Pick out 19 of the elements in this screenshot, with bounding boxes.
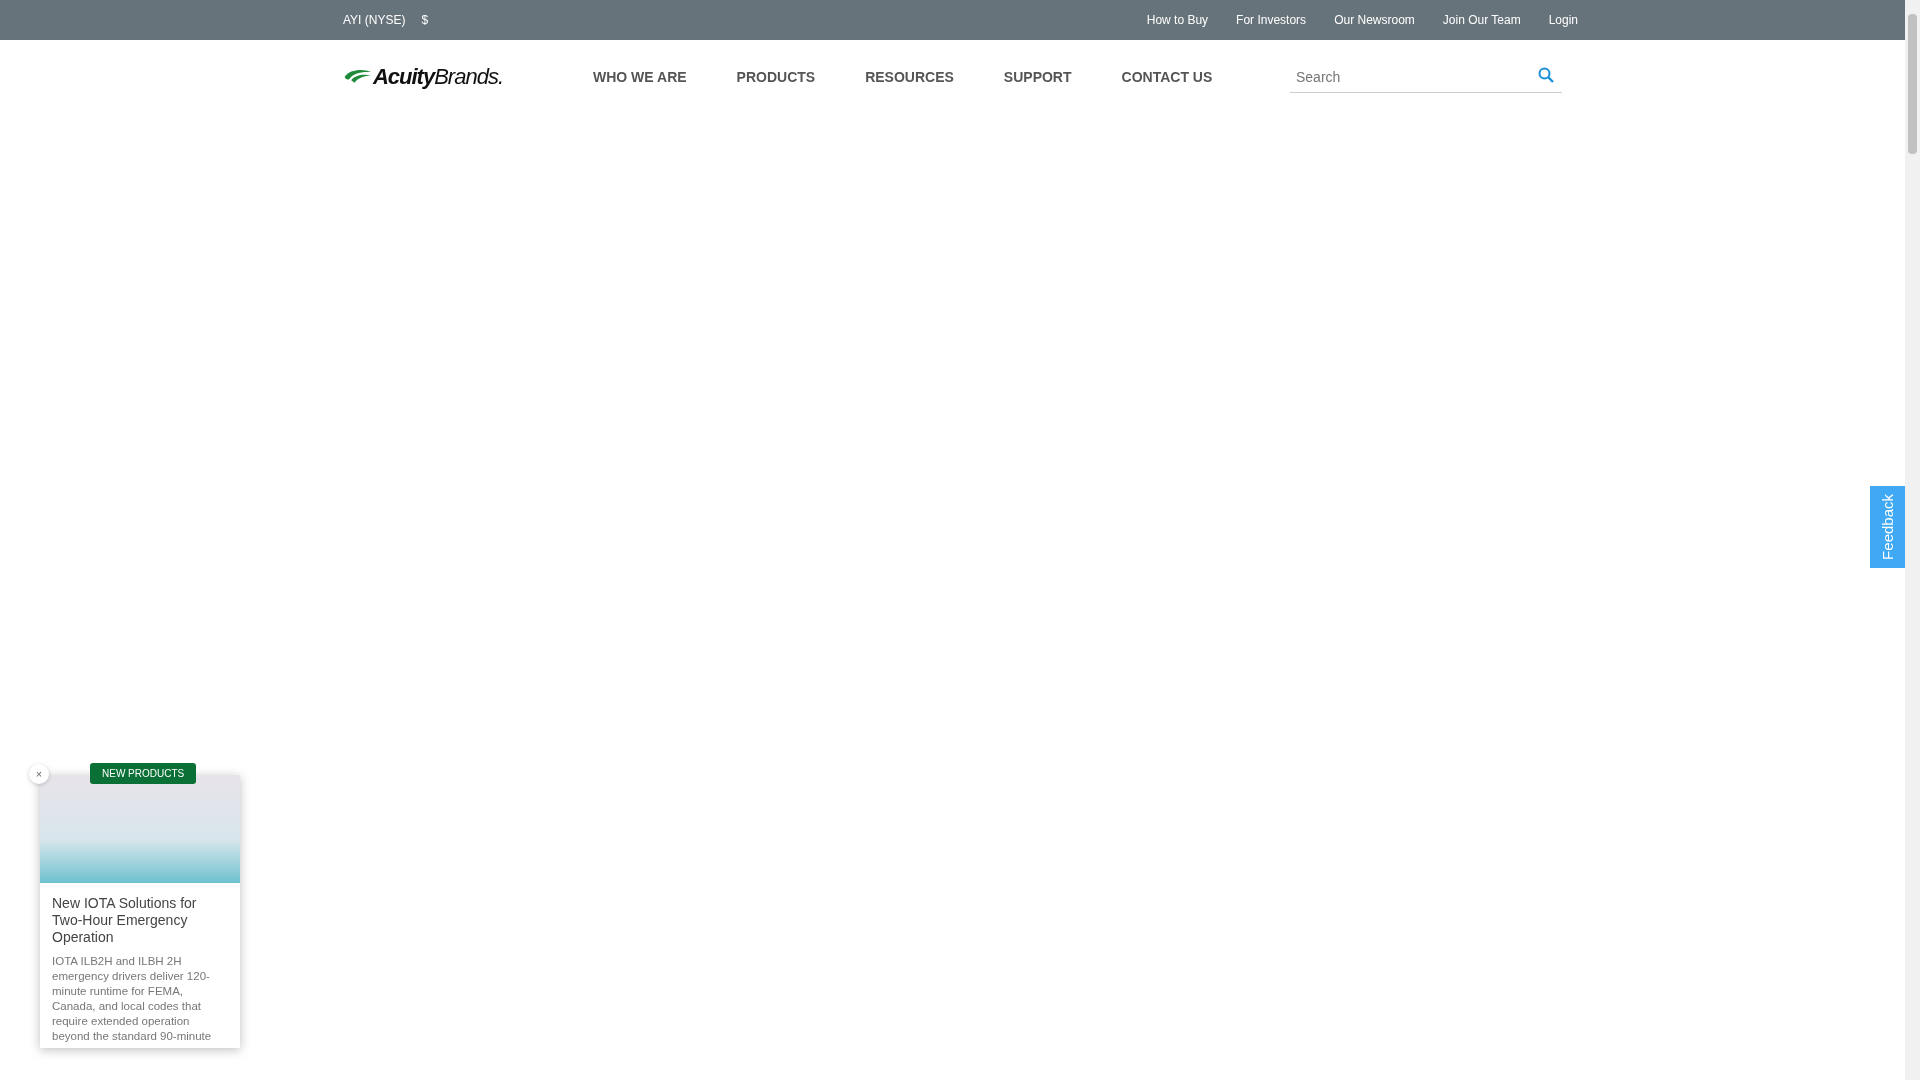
nav-link[interactable]: SUPPORT [1003, 69, 1072, 85]
promo-text: IOTA ILB2H and ILBH 2H emergency drivers deliver 120-minute runtime for FEMA, Canada, and local codes that require extended operation beyond the standard 90-minute [52, 954, 213, 1044]
search-icon[interactable] [1538, 67, 1554, 83]
nav-link[interactable]: WHO WE ARE [593, 69, 687, 85]
top-link[interactable]: Join Our Team [1442, 13, 1521, 27]
top-link[interactable]: Login [1548, 13, 1578, 27]
category-badge: NEW PRODUCTS [90, 763, 197, 784]
nav-link[interactable]: PRODUCTS [736, 69, 816, 85]
nav-link[interactable]: RESOURCES [865, 69, 954, 85]
close-button[interactable]: × [29, 764, 49, 784]
top-link[interactable]: How to Buy [1146, 13, 1209, 27]
stock-ticker: AYI (NYSE) [343, 13, 406, 27]
search-field[interactable]: Search [1290, 61, 1562, 93]
top-link[interactable]: For Investors [1236, 13, 1307, 27]
stock-price: $ [421, 13, 429, 27]
top-link[interactable]: Our Newsroom [1334, 13, 1415, 27]
nav-link[interactable]: CONTACT US [1121, 69, 1213, 85]
promo-title[interactable]: New IOTA Solutions for Two-Hour Emergency Operation [52, 895, 228, 946]
company-logo[interactable]: AcuityBrands. [372, 64, 503, 90]
